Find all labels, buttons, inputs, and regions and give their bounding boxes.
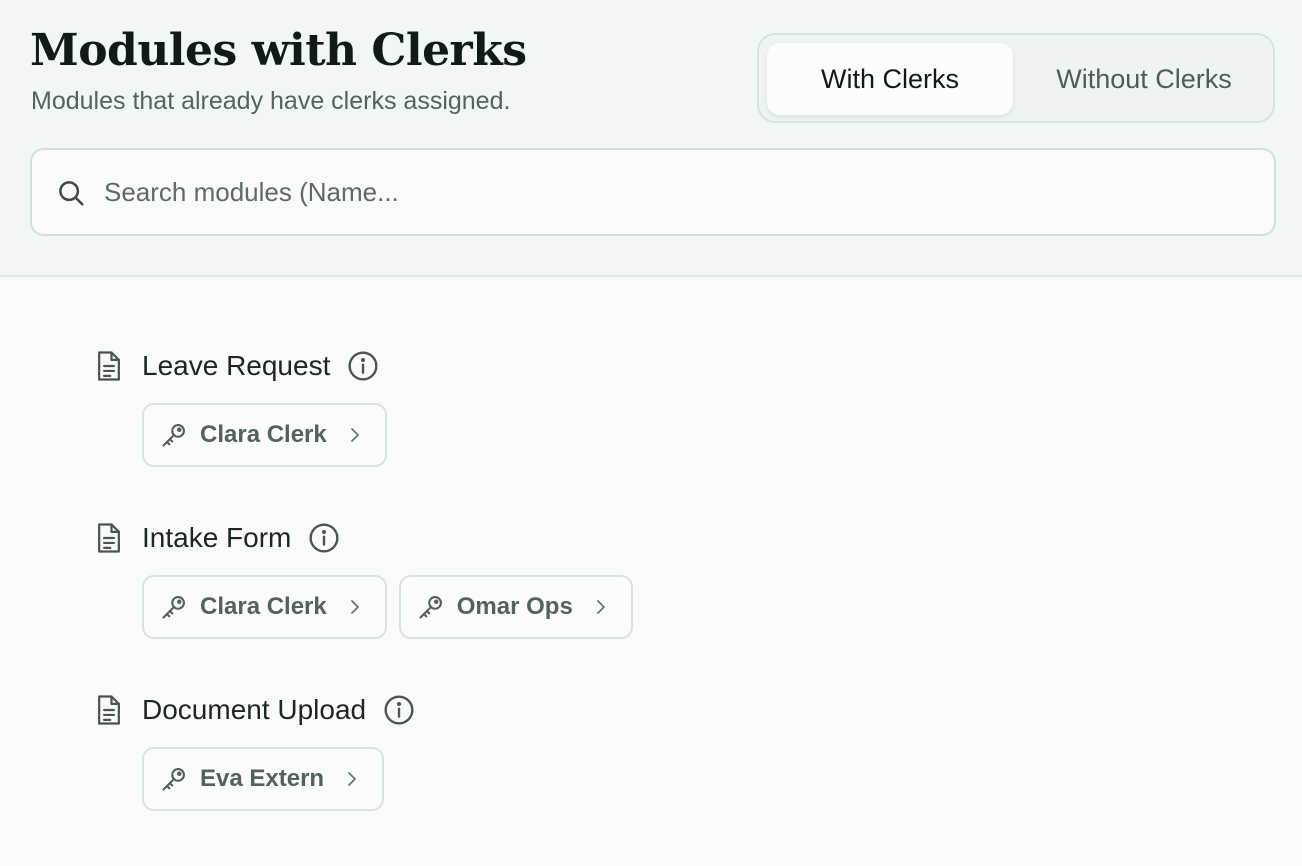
- info-icon[interactable]: [383, 694, 415, 726]
- toggle-without-clerks[interactable]: Without Clerks: [1019, 43, 1269, 115]
- module-header: Intake Form: [94, 518, 340, 558]
- clerk-chip-list: Clara Clerk Omar Ops: [142, 575, 633, 639]
- page-header: Modules with Clerks Modules that already…: [0, 0, 1302, 277]
- info-icon[interactable]: [308, 522, 340, 554]
- toggle-with-clerks[interactable]: With Clerks: [767, 43, 1013, 115]
- clerk-name: Eva Extern: [200, 765, 325, 792]
- search-icon: [59, 181, 84, 206]
- module-name: Document Upload: [142, 694, 367, 725]
- clerk-chip-list: Clara Clerk: [142, 403, 387, 467]
- key-icon: [162, 768, 185, 791]
- module-header: Leave Request: [94, 346, 379, 386]
- page-subtitle: Modules that already have clerks assigne…: [31, 87, 511, 115]
- clerk-name: Clara Clerk: [200, 421, 327, 448]
- clerk-chip[interactable]: Clara Clerk: [142, 575, 387, 639]
- search-input[interactable]: [104, 150, 1254, 234]
- document-icon: [98, 523, 120, 553]
- clerk-chip[interactable]: Omar Ops: [398, 575, 633, 639]
- chevron-right-icon: [348, 772, 356, 786]
- module-list: Leave Request Clara Clerk Intake Form Cl…: [0, 279, 1302, 866]
- clerk-name: Omar Ops: [456, 593, 573, 620]
- chevron-right-icon: [350, 428, 359, 442]
- key-icon: [162, 424, 185, 447]
- clerk-chip-list: Eva Extern: [142, 747, 385, 811]
- document-icon: [98, 695, 120, 725]
- info-icon[interactable]: [347, 350, 379, 382]
- clerk-chip[interactable]: Clara Clerk: [142, 403, 387, 467]
- clerk-name: Clara Clerk: [200, 593, 327, 620]
- module-header: Document Upload: [94, 690, 415, 730]
- chevron-right-icon: [350, 600, 359, 614]
- search-box[interactable]: [30, 148, 1276, 236]
- key-icon: [162, 596, 185, 619]
- module-name: Intake Form: [142, 522, 292, 553]
- page-title: Modules with Clerks: [30, 25, 527, 76]
- clerk-filter-toggle: With Clerks Without Clerks: [757, 33, 1275, 123]
- chevron-right-icon: [596, 600, 605, 614]
- document-icon: [98, 351, 120, 381]
- module-name: Leave Request: [142, 350, 331, 381]
- clerk-chip[interactable]: Eva Extern: [142, 747, 385, 811]
- key-icon: [419, 596, 442, 619]
